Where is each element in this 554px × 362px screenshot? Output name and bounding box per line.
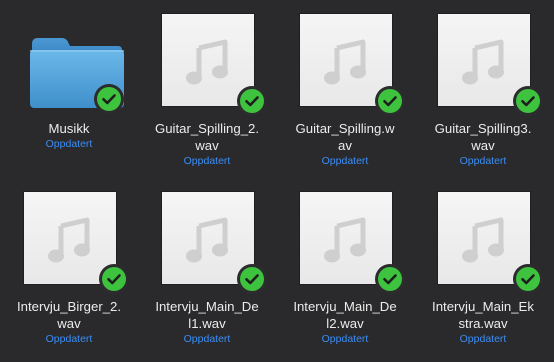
- sync-status: Oppdatert: [183, 333, 231, 345]
- music-note-icon: [186, 39, 228, 85]
- file-item-intervju-main-ekstra[interactable]: Intervju_Main_Ek stra.wav Oppdatert: [414, 184, 552, 346]
- file-thumbnail[interactable]: [0, 184, 138, 294]
- file-name[interactable]: Intervju_Birger_2. wav: [0, 298, 138, 332]
- file-thumbnail[interactable]: [0, 6, 138, 114]
- file-thumbnail[interactable]: [138, 6, 276, 116]
- synced-check-icon: [375, 86, 405, 116]
- sync-status: Oppdatert: [459, 333, 507, 345]
- music-note-icon: [324, 217, 366, 263]
- synced-check-icon: [237, 264, 267, 294]
- file-thumbnail[interactable]: [138, 184, 276, 294]
- sync-status: Oppdatert: [321, 155, 369, 167]
- file-item-guitar-spilling-2[interactable]: Guitar_Spilling_2. wav Oppdatert: [138, 6, 276, 168]
- file-thumbnail[interactable]: [276, 184, 414, 294]
- file-grid: Musikk Oppdatert Guitar_Spilling_2. wav …: [0, 0, 554, 362]
- file-name[interactable]: Guitar_Spilling_2. wav: [138, 120, 276, 154]
- file-name[interactable]: Intervju_Main_De l1.wav: [138, 298, 276, 332]
- file-name[interactable]: Intervju_Main_De l2.wav: [276, 298, 414, 332]
- sync-status: Oppdatert: [45, 333, 93, 345]
- file-item-intervju-main-del2[interactable]: Intervju_Main_De l2.wav Oppdatert: [276, 184, 414, 346]
- file-name[interactable]: Musikk: [0, 120, 138, 137]
- sync-status: Oppdatert: [321, 333, 369, 345]
- sync-status: Oppdatert: [45, 138, 93, 150]
- file-item-guitar-spilling3[interactable]: Guitar_Spilling3. wav Oppdatert: [414, 6, 552, 168]
- file-item-intervju-birger-2[interactable]: Intervju_Birger_2. wav Oppdatert: [0, 184, 138, 346]
- music-note-icon: [324, 39, 366, 85]
- synced-check-icon: [99, 264, 129, 294]
- file-item-musikk[interactable]: Musikk Oppdatert: [0, 6, 138, 151]
- sync-status: Oppdatert: [459, 155, 507, 167]
- music-note-icon: [462, 39, 504, 85]
- file-name[interactable]: Intervju_Main_Ek stra.wav: [414, 298, 552, 332]
- synced-check-icon: [94, 84, 124, 114]
- synced-check-icon: [237, 86, 267, 116]
- file-name[interactable]: Guitar_Spilling.w av: [276, 120, 414, 154]
- file-thumbnail[interactable]: [414, 6, 552, 116]
- music-note-icon: [186, 217, 228, 263]
- file-thumbnail[interactable]: [414, 184, 552, 294]
- music-note-icon: [48, 217, 90, 263]
- file-thumbnail[interactable]: [276, 6, 414, 116]
- synced-check-icon: [513, 264, 543, 294]
- file-item-guitar-spilling[interactable]: Guitar_Spilling.w av Oppdatert: [276, 6, 414, 168]
- file-item-intervju-main-del1[interactable]: Intervju_Main_De l1.wav Oppdatert: [138, 184, 276, 346]
- synced-check-icon: [513, 86, 543, 116]
- synced-check-icon: [375, 264, 405, 294]
- file-name[interactable]: Guitar_Spilling3. wav: [414, 120, 552, 154]
- music-note-icon: [462, 217, 504, 263]
- sync-status: Oppdatert: [183, 155, 231, 167]
